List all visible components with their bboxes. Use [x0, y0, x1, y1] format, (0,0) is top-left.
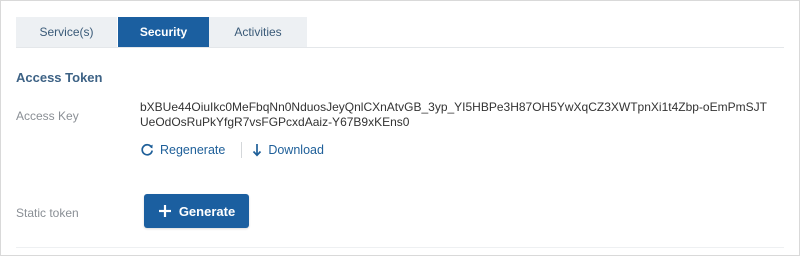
- download-link[interactable]: Download: [252, 143, 324, 157]
- generate-button[interactable]: Generate: [144, 194, 249, 228]
- plus-icon: [158, 204, 172, 218]
- refresh-icon: [140, 143, 154, 157]
- tab-activities[interactable]: Activities: [209, 17, 307, 47]
- tab-services[interactable]: Service(s): [16, 17, 118, 47]
- action-divider: [241, 142, 243, 158]
- download-arrow-icon: [252, 143, 262, 157]
- regenerate-link[interactable]: Regenerate: [140, 143, 225, 157]
- generate-button-label: Generate: [178, 203, 236, 219]
- static-token-label: Static token: [16, 206, 79, 220]
- access-key-actions: Regenerate Download: [140, 142, 324, 158]
- access-key-value: bXBUe44OiuIkc0MeFbqNn0NduosJeyQnlCXnAtvG…: [140, 100, 767, 129]
- section-title: Access Token: [16, 70, 103, 85]
- bottom-divider: [16, 247, 784, 248]
- tab-bar: Service(s) Security Activities: [16, 17, 307, 47]
- tab-security[interactable]: Security: [118, 17, 209, 47]
- regenerate-label: Regenerate: [160, 143, 226, 157]
- download-label: Download: [268, 143, 324, 157]
- tab-divider: [16, 47, 784, 48]
- access-key-label: Access Key: [16, 109, 79, 123]
